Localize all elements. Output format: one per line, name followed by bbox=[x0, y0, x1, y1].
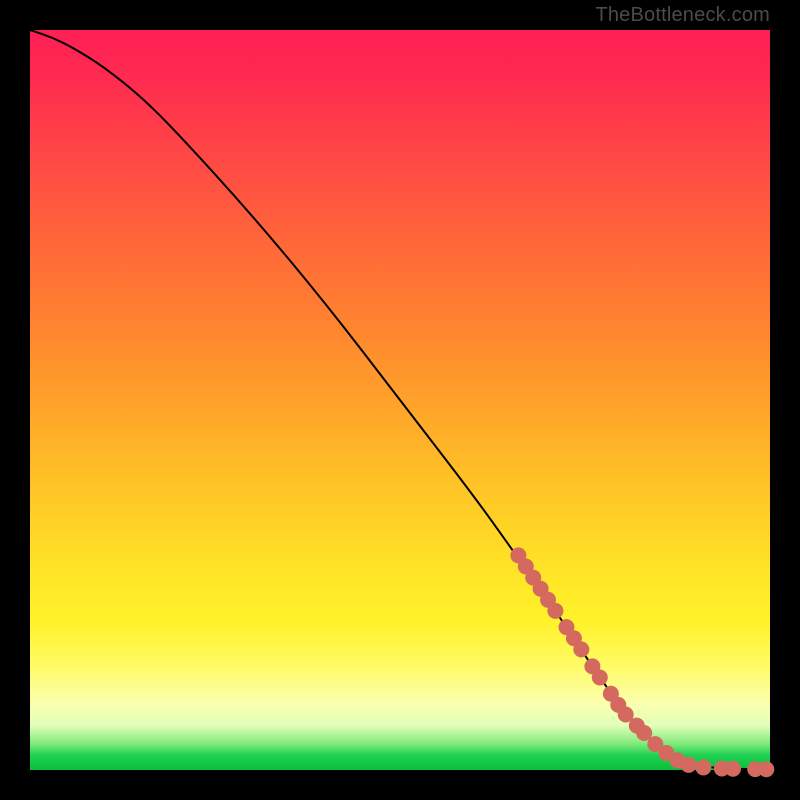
watermark-text: TheBottleneck.com bbox=[595, 4, 770, 27]
marker-dot bbox=[681, 757, 697, 773]
marker-dot bbox=[592, 670, 608, 686]
plot-area bbox=[30, 30, 770, 770]
highlighted-points bbox=[510, 547, 774, 777]
marker-dot bbox=[695, 759, 711, 775]
marker-dot bbox=[725, 761, 741, 777]
marker-dot bbox=[573, 641, 589, 657]
chart-svg bbox=[30, 30, 770, 770]
marker-dot bbox=[547, 603, 563, 619]
chart-stage: TheBottleneck.com bbox=[0, 0, 800, 800]
bottleneck-curve bbox=[30, 30, 770, 769]
marker-dot bbox=[758, 761, 774, 777]
